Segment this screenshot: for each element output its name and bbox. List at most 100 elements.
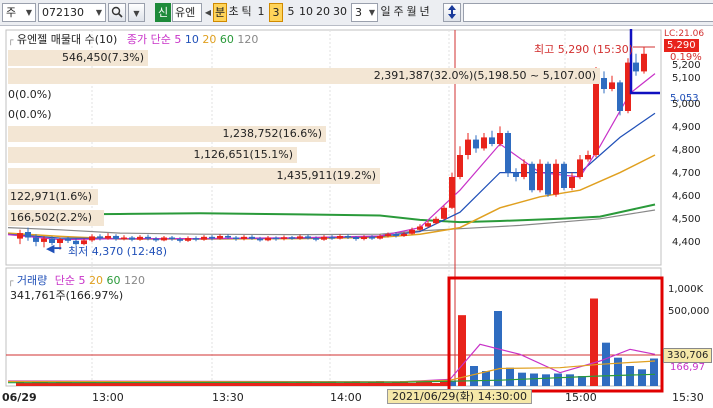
x-tick: 06/29 (2, 391, 37, 404)
candle-body (489, 137, 495, 144)
volume-bar (650, 358, 658, 386)
candle-body (513, 172, 519, 177)
chart-canvas (5, 29, 664, 393)
triangle-left-icon[interactable]: ◀ (203, 3, 213, 22)
volume-profile-bar: 1,238,752(16.6%) (8, 126, 326, 142)
candle-body (97, 236, 103, 239)
candle-body (33, 237, 39, 242)
volume-bar (168, 383, 176, 386)
x-tick: 14:00 (330, 391, 362, 404)
candle-body (65, 239, 71, 241)
interval-10-button[interactable]: 10 (298, 3, 314, 22)
vol-ma-period-20: 20 (89, 274, 104, 287)
y-tick: 4,700 (672, 168, 701, 179)
candle-body (441, 207, 447, 219)
volume-bar (626, 366, 634, 386)
volume-bar (288, 383, 296, 386)
candle-body (401, 233, 407, 236)
y-tick: 4,800 (672, 145, 701, 156)
y-tick: 4,400 (672, 237, 701, 248)
pane-toggle-icon: ┌ (8, 277, 14, 287)
candle-body (313, 238, 319, 240)
volume-bar (72, 383, 80, 386)
volume-ma-title: 단순 (54, 274, 76, 287)
period-year-tab[interactable]: 년 (418, 3, 431, 22)
candle-body (169, 237, 175, 240)
volume-bar (638, 369, 646, 386)
period-week-tab[interactable]: 주 (392, 3, 405, 22)
candle-body (249, 236, 255, 239)
y-tick: 5,100 (672, 73, 701, 84)
candle-body (593, 78, 599, 155)
y-tick: 5,200 (672, 60, 701, 71)
candle-body (465, 139, 471, 155)
ma-period-120: 120 (237, 33, 259, 46)
volume-profile-bar: 2,391,387(32.0%)(5,198.50 ~ 5,107.00) (8, 68, 600, 84)
candle-body (289, 237, 295, 239)
candle-body (433, 218, 439, 224)
candle-body (89, 236, 95, 241)
volume-bar (312, 383, 320, 386)
interval-1-button[interactable]: 1 (255, 3, 267, 22)
volume-bar (336, 383, 344, 386)
y-tick: 5,000 (672, 99, 701, 110)
x-tick: 13:30 (212, 391, 244, 404)
credit-badge: 신 (155, 3, 171, 22)
volume-profile-bar: 1,126,651(15.1%) (8, 147, 297, 163)
vol-y-tick: 500,000 (668, 306, 710, 317)
period-month-tab[interactable]: 월 (405, 3, 418, 22)
price-ma-title: 종가 단순 (126, 33, 171, 46)
toolbar-blank-field[interactable] (463, 3, 713, 22)
low-price-label: 최저 4,370 (12:48) (68, 245, 168, 258)
interval-5-button[interactable]: 5 (285, 3, 297, 22)
volume-bar (506, 367, 514, 386)
stock-code-input[interactable]: 072130 ▼ (38, 3, 106, 22)
candle-body (537, 163, 543, 191)
volume-bars (16, 298, 658, 386)
volume-sub-value: 166,97 (670, 362, 705, 373)
candle-body (273, 237, 279, 240)
interval-select[interactable]: 3 ▼ (351, 3, 378, 22)
ma-period-10: 10 (184, 33, 199, 46)
chevron-down-icon: ▼ (25, 8, 32, 17)
volume-bar (470, 366, 478, 386)
volume-indicator-name: 거래량 (16, 274, 48, 287)
candle-body (481, 137, 487, 149)
volume-bar (554, 373, 562, 386)
candle-body (281, 237, 287, 240)
volume-bar (542, 374, 550, 386)
candle-body (601, 78, 607, 89)
interval-30-button[interactable]: 30 (332, 3, 348, 22)
period-tick-tab[interactable]: 틱 (240, 3, 253, 22)
candle-body (633, 62, 639, 72)
candle-body (17, 233, 23, 239)
period-day-tab[interactable]: 일 (379, 3, 392, 22)
candle-body (409, 229, 415, 234)
period-minute-tab[interactable]: 분 (213, 3, 227, 22)
candle-body (201, 236, 207, 240)
candle-body (25, 232, 31, 238)
volume-bar (578, 376, 586, 386)
scroll-button[interactable] (443, 3, 461, 22)
search-button[interactable] (108, 3, 126, 22)
cursor-time-tag: 2021/06/29(화) 14:30:00 (387, 389, 533, 404)
vol-ma-period-120: 120 (124, 274, 146, 287)
updown-arrows-icon (448, 5, 456, 19)
stock-chart[interactable]: ┌ 유엔젤 매물대 수(10) 종가 단순 5 10 20 60 120 546… (0, 27, 713, 408)
candle-body (297, 236, 303, 239)
option-button[interactable]: ▼ (128, 3, 145, 22)
chart-toolbar: 주 ▼ 072130 ▼ ▼ 신 유엔 ◀ 분 초 틱 1 3 5 10 20 … (0, 0, 713, 26)
volume-bar (408, 383, 416, 386)
candle-body (321, 236, 327, 240)
y-tick: 4,900 (672, 122, 701, 133)
interval-3-button[interactable]: 3 (269, 3, 283, 22)
candle-body (137, 236, 143, 240)
candle-body (329, 236, 335, 239)
period-second-tab[interactable]: 초 (227, 3, 240, 22)
candle-body (585, 155, 591, 160)
market-select[interactable]: 주 ▼ (2, 3, 36, 22)
candle-body (569, 177, 575, 188)
candle-body (257, 238, 263, 241)
interval-20-button[interactable]: 20 (315, 3, 331, 22)
candle-body (225, 235, 231, 238)
